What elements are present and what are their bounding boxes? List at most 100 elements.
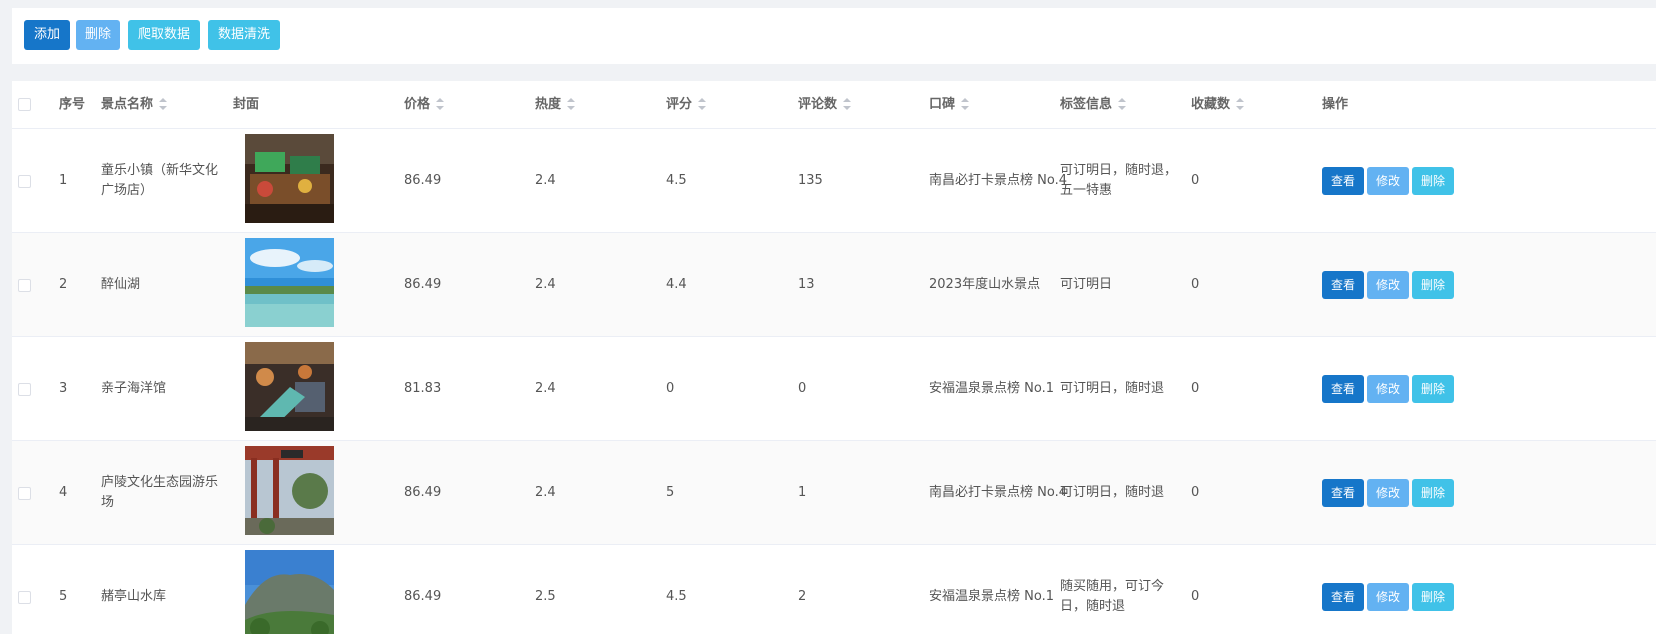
row-reputation: 南昌必打卡景点榜 No.4: [929, 485, 1067, 500]
clean-data-button[interactable]: 数据清洗: [208, 20, 280, 50]
cover-image: [245, 342, 334, 431]
row-tags: 可订明日: [1060, 277, 1113, 292]
table-row: 4 庐陵文化生态园游乐场 86.49 2.4 5 1 南昌必打卡景点榜 No.4…: [12, 441, 1656, 545]
view-button[interactable]: 查看: [1322, 167, 1364, 195]
row-index: 1: [59, 173, 68, 188]
sort-icon[interactable]: [961, 97, 970, 110]
sort-icon[interactable]: [843, 97, 852, 110]
add-button[interactable]: 添加: [24, 20, 70, 50]
delete-row-button[interactable]: 删除: [1412, 167, 1454, 195]
row-tags: 可订明日，随时退，五一特惠: [1060, 163, 1178, 198]
row-checkbox[interactable]: [18, 175, 31, 188]
row-price: 86.49: [404, 277, 442, 292]
row-score: 5: [666, 485, 675, 500]
sort-icon[interactable]: [1118, 97, 1127, 110]
edit-button[interactable]: 修改: [1367, 583, 1409, 611]
header-score-label: 评分: [666, 97, 693, 112]
header-favorites-label: 收藏数: [1191, 97, 1231, 112]
row-tags: 可订明日，随时退: [1060, 485, 1165, 500]
select-all-checkbox[interactable]: [18, 98, 31, 111]
edit-button[interactable]: 修改: [1367, 271, 1409, 299]
row-index: 4: [59, 485, 68, 500]
row-score: 4.4: [666, 277, 687, 292]
view-button[interactable]: 查看: [1322, 479, 1364, 507]
view-button[interactable]: 查看: [1322, 583, 1364, 611]
row-favorites: 0: [1191, 485, 1200, 500]
sort-icon[interactable]: [436, 97, 445, 110]
sort-icon[interactable]: [567, 97, 576, 110]
view-button[interactable]: 查看: [1322, 375, 1364, 403]
header-name[interactable]: 景点名称: [101, 81, 168, 129]
header-price-label: 价格: [404, 97, 431, 112]
header-index: 序号: [59, 97, 86, 112]
header-heat[interactable]: 热度: [535, 81, 576, 129]
row-comments: 135: [798, 173, 823, 188]
delete-row-button[interactable]: 删除: [1412, 583, 1454, 611]
row-favorites: 0: [1191, 381, 1200, 396]
header-tags[interactable]: 标签信息: [1060, 81, 1127, 129]
table-row: 1 童乐小镇（新华文化广场店） 86.49 2.4 4.5 135 南昌必打卡景…: [12, 129, 1656, 233]
header-score[interactable]: 评分: [666, 81, 707, 129]
delete-row-button[interactable]: 删除: [1412, 271, 1454, 299]
view-button[interactable]: 查看: [1322, 271, 1364, 299]
row-score: 4.5: [666, 173, 687, 188]
row-price: 86.49: [404, 589, 442, 604]
row-name: 童乐小镇（新华文化广场店）: [101, 163, 219, 198]
row-checkbox[interactable]: [18, 487, 31, 500]
row-name: 庐陵文化生态园游乐场: [101, 475, 219, 510]
table-header: 序号 景点名称 封面 价格 热度 评分 评论数 口碑 标签信息 收藏数 操作: [12, 81, 1656, 129]
header-comments-label: 评论数: [798, 97, 838, 112]
header-reputation-label: 口碑: [929, 97, 956, 112]
row-name: 亲子海洋馆: [101, 381, 167, 396]
row-price: 86.49: [404, 485, 442, 500]
row-tags: 随买随用，可订今日，随时退: [1060, 579, 1165, 614]
edit-button[interactable]: 修改: [1367, 167, 1409, 195]
header-reputation[interactable]: 口碑: [929, 81, 970, 129]
sort-icon[interactable]: [698, 97, 707, 110]
row-reputation: 2023年度山水景点: [929, 277, 1041, 292]
row-heat: 2.4: [535, 173, 556, 188]
edit-button[interactable]: 修改: [1367, 375, 1409, 403]
header-name-label: 景点名称: [101, 97, 154, 112]
row-tags: 可订明日，随时退: [1060, 381, 1165, 396]
delete-row-button[interactable]: 删除: [1412, 479, 1454, 507]
header-cover: 封面: [233, 97, 260, 112]
edit-button[interactable]: 修改: [1367, 479, 1409, 507]
row-heat: 2.4: [535, 277, 556, 292]
sort-icon[interactable]: [159, 97, 168, 110]
header-actions: 操作: [1322, 97, 1349, 112]
header-heat-label: 热度: [535, 97, 562, 112]
table-row: 2 醉仙湖 86.49 2.4 4.4 13 2023年度山水景点 可订明日 0…: [12, 233, 1656, 337]
cover-image: [245, 446, 334, 535]
row-comments: 13: [798, 277, 815, 292]
delete-button[interactable]: 删除: [76, 20, 120, 50]
toolbar: 添加 删除 爬取数据 数据清洗: [12, 8, 1656, 64]
row-comments: 1: [798, 485, 807, 500]
row-price: 81.83: [404, 381, 442, 396]
header-tags-label: 标签信息: [1060, 97, 1113, 112]
row-index: 5: [59, 589, 68, 604]
row-comments: 2: [798, 589, 807, 604]
row-checkbox[interactable]: [18, 591, 31, 604]
table-row: 3 亲子海洋馆 81.83 2.4 0 0 安福温泉景点榜 No.1 可订明日，…: [12, 337, 1656, 441]
row-comments: 0: [798, 381, 807, 396]
row-checkbox[interactable]: [18, 383, 31, 396]
sort-icon[interactable]: [1236, 97, 1245, 110]
delete-row-button[interactable]: 删除: [1412, 375, 1454, 403]
row-heat: 2.4: [535, 485, 556, 500]
crawl-data-button[interactable]: 爬取数据: [128, 20, 200, 50]
header-comments[interactable]: 评论数: [798, 81, 852, 129]
row-reputation: 南昌必打卡景点榜 No.4: [929, 173, 1067, 188]
header-price[interactable]: 价格: [404, 81, 445, 129]
header-favorites[interactable]: 收藏数: [1191, 81, 1245, 129]
cover-image: [245, 134, 334, 223]
row-name: 赭亭山水库: [101, 589, 167, 604]
cover-image: [245, 238, 334, 327]
cover-image: [245, 550, 334, 634]
row-reputation: 安福温泉景点榜 No.1: [929, 589, 1054, 604]
row-favorites: 0: [1191, 173, 1200, 188]
row-price: 86.49: [404, 173, 442, 188]
row-reputation: 安福温泉景点榜 No.1: [929, 381, 1054, 396]
row-checkbox[interactable]: [18, 279, 31, 292]
data-table: 序号 景点名称 封面 价格 热度 评分 评论数 口碑 标签信息 收藏数 操作 1: [12, 81, 1656, 634]
